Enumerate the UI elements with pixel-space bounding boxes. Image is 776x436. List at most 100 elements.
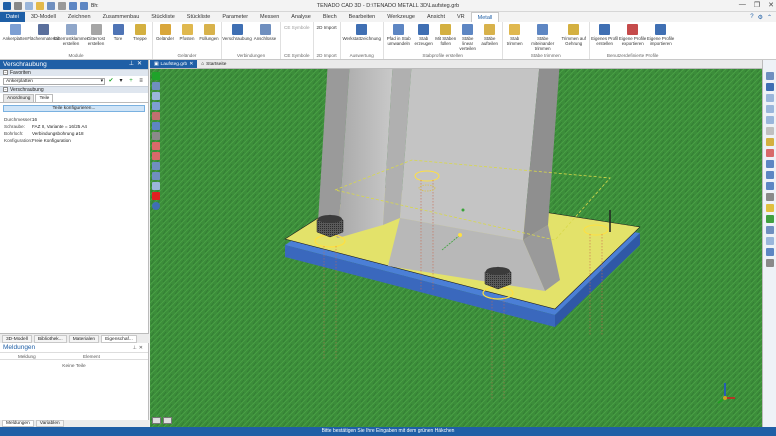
new-file-icon[interactable]	[25, 1, 33, 10]
fuellungen-button[interactable]: Füllungen	[198, 23, 220, 52]
gelaender-button[interactable]: Geländer	[154, 23, 176, 52]
staebe-miteinander-trimmen-button[interactable]: Stäbe miteinander trimmen	[526, 23, 560, 52]
orbit-icon[interactable]	[765, 83, 774, 91]
collapse-icon[interactable]: −	[3, 87, 8, 93]
app-logo-icon[interactable]	[3, 1, 11, 10]
pfosten-button[interactable]: Pfosten	[176, 23, 198, 52]
list-icon[interactable]	[152, 172, 160, 180]
view-top-icon[interactable]	[765, 171, 774, 179]
stab-erzeugen-button[interactable]: Stab erzeugen	[413, 23, 435, 52]
collapse-ribbon-icon[interactable]: ⌃	[767, 14, 772, 21]
staebe-linear-verteilen-button[interactable]: Stäbe linear verteilen	[457, 23, 479, 52]
tab-analyse[interactable]: Analyse	[285, 12, 317, 22]
tab-parameter[interactable]: Parameter	[216, 12, 254, 22]
trimmen-auf-gehrung-button[interactable]: Trimmen auf Gehrung	[560, 23, 588, 52]
flip-icon[interactable]	[152, 122, 160, 130]
minimize-button[interactable]: —	[739, 1, 746, 9]
tab-blech[interactable]: Blech	[317, 12, 343, 22]
view-iso-icon[interactable]	[765, 182, 774, 190]
close-icon[interactable]: ✕	[139, 345, 145, 351]
view-cube-icon[interactable]	[765, 72, 774, 80]
staebe-aufteilen-button[interactable]: Stäbe aufteilen	[479, 23, 501, 52]
tab-variablen[interactable]: Variablen	[35, 420, 64, 427]
pin-icon[interactable]: ⊥	[129, 61, 137, 67]
tab-bearbeiten[interactable]: Bearbeiten	[343, 12, 382, 22]
tab-stueckliste[interactable]: Stückliste	[145, 12, 181, 22]
settings-icon[interactable]: ⚙	[758, 14, 763, 21]
3d-viewport[interactable]	[150, 60, 762, 427]
split-view-icon[interactable]	[163, 417, 172, 424]
accept-check-icon[interactable]: ✔	[107, 77, 115, 85]
column-element[interactable]: Element	[83, 353, 148, 359]
dropdown-arrow-icon[interactable]: ▾	[117, 77, 125, 85]
open-folder-icon[interactable]	[36, 1, 44, 10]
ankerplatten-button[interactable]: Ankerplatten	[1, 23, 29, 52]
anschluesse-button[interactable]: Anschlüsse	[251, 23, 279, 52]
lights-icon[interactable]	[765, 204, 774, 212]
treppe-button[interactable]: Treppe	[129, 23, 151, 52]
gitterrostklammer-button[interactable]: Gitterrostklammer erstellen	[54, 23, 88, 52]
select-icon[interactable]	[152, 92, 160, 100]
view-front-icon[interactable]	[765, 160, 774, 168]
zoom-out-icon[interactable]	[765, 105, 774, 113]
pick-point-icon[interactable]	[152, 112, 160, 120]
tab-eigenschaften[interactable]: Eigenschaf...	[101, 334, 137, 343]
section-icon[interactable]	[765, 149, 774, 157]
eigene-profile-exportieren-button[interactable]: Eigene Profile exportieren	[619, 23, 647, 52]
help-icon[interactable]: ?	[750, 14, 753, 20]
menu-icon[interactable]	[14, 1, 22, 10]
single-view-icon[interactable]	[152, 417, 161, 424]
tab-meldungen[interactable]: Meldungen	[2, 420, 34, 427]
marker-icon[interactable]	[152, 142, 160, 150]
close-button[interactable]: ✕	[768, 1, 774, 9]
layers-icon[interactable]	[765, 226, 774, 234]
zoom-window-icon[interactable]	[765, 116, 774, 124]
pfad-in-stab-button[interactable]: Pfad in Stab umwandeln	[385, 23, 413, 52]
hide-icon[interactable]	[765, 237, 774, 245]
configure-parts-button[interactable]: Teile konfigurieren...	[3, 105, 145, 112]
shading-icon[interactable]	[765, 193, 774, 201]
gitterrost-button[interactable]: Gitterrost erstellen	[85, 23, 107, 52]
grid-icon[interactable]	[152, 162, 160, 170]
favorites-dropdown[interactable]: Ankerplatten ▾	[3, 77, 105, 85]
maximize-button[interactable]: ❐	[754, 1, 760, 9]
measure-icon[interactable]	[152, 102, 160, 110]
print-icon[interactable]	[58, 1, 66, 10]
close-icon[interactable]: ✕	[137, 61, 145, 67]
favorites-section-header[interactable]: − Favoriten	[0, 69, 148, 76]
close-tab-icon[interactable]: ✕	[189, 60, 193, 68]
tab-startseite[interactable]: ⌂ Startseite	[197, 60, 230, 68]
help-icon[interactable]	[152, 202, 160, 210]
tore-button[interactable]: Tore	[107, 23, 129, 52]
tab-3d-modell-panel[interactable]: 3D-Modell	[2, 334, 32, 343]
favorites-menu-icon[interactable]: ≡	[137, 77, 145, 85]
measure-tool-icon[interactable]	[765, 138, 774, 146]
tab-messen[interactable]: Messen	[254, 12, 285, 22]
verschraubung-button[interactable]: Verschraubung	[222, 23, 252, 52]
tab-laufsteg[interactable]: ▣ Laufsteg.grb ✕	[150, 60, 198, 68]
tab-stueckliste-2[interactable]: Stückliste	[181, 12, 217, 22]
tab-zeichnen[interactable]: Zeichnen	[62, 12, 97, 22]
tab-zusammenbau[interactable]: Zusammenbau	[97, 12, 146, 22]
collapse-icon[interactable]: −	[3, 70, 8, 76]
column-meldung[interactable]: Meldung	[18, 353, 83, 359]
properties-icon[interactable]	[765, 248, 774, 256]
tab-metall[interactable]: Metall	[470, 12, 500, 22]
eigene-profile-importieren-button[interactable]: Eigene Profile importieren	[647, 23, 675, 52]
copy-icon[interactable]	[152, 182, 160, 190]
tab-bibliothek[interactable]: Bibliothek...	[33, 334, 67, 343]
redo-icon[interactable]	[80, 1, 88, 10]
zoom-in-icon[interactable]	[765, 94, 774, 102]
werkstattzeichnung-button[interactable]: Werkstattzeichnung	[342, 23, 382, 52]
render-icon[interactable]	[765, 215, 774, 223]
tab-3d-modell[interactable]: 3D-Modell	[25, 12, 62, 22]
tab-werkzeuge[interactable]: Werkzeuge	[381, 12, 421, 22]
accept-icon[interactable]	[152, 72, 160, 80]
verschraubung-section-header[interactable]: − Verschraubung	[0, 86, 148, 93]
preview-icon[interactable]	[152, 82, 160, 90]
undo-icon[interactable]	[69, 1, 77, 10]
pan-icon[interactable]	[765, 127, 774, 135]
rotate-icon[interactable]	[152, 132, 160, 140]
tab-vr[interactable]: VR	[451, 12, 471, 22]
tab-anordnung[interactable]: Anordnung	[3, 94, 35, 102]
